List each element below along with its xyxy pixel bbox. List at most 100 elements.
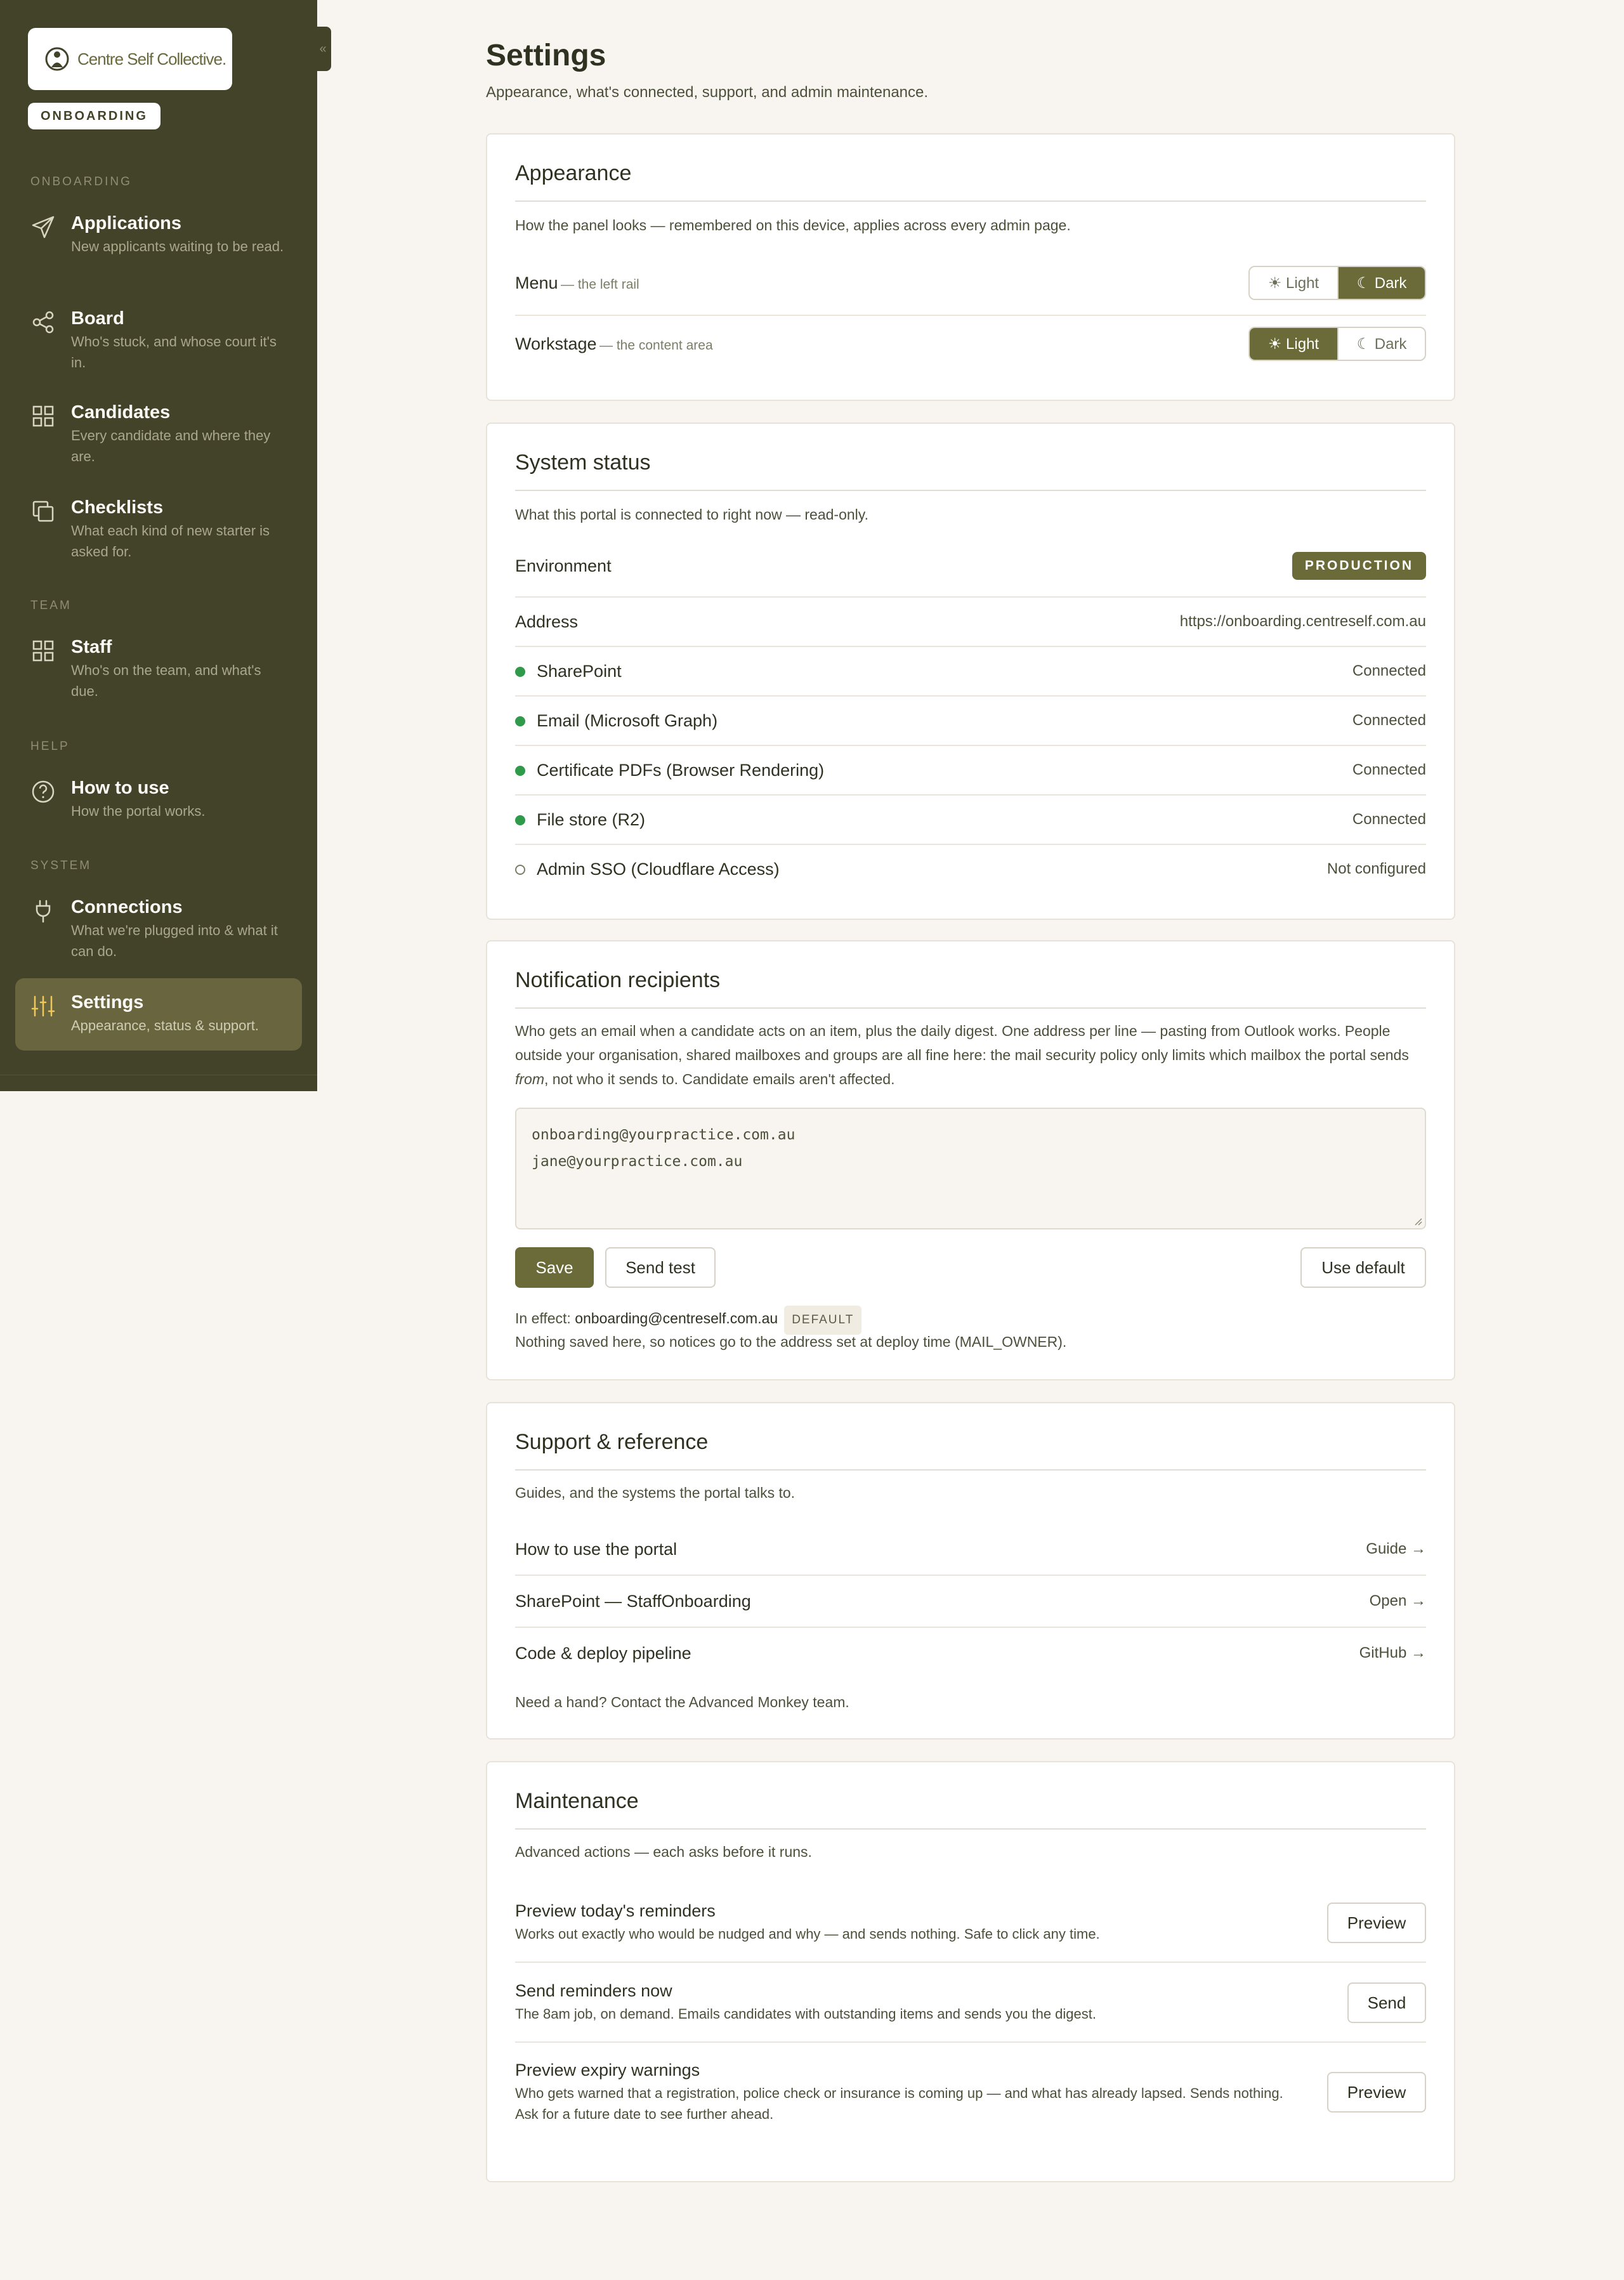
use-default-button[interactable]: Use default (1300, 1247, 1426, 1288)
support-reference-card: Support & reference Guides, and the syst… (486, 1402, 1455, 1739)
sidebar-item-description: Every candidate and where they are. (71, 428, 271, 464)
service-name: SharePoint (537, 661, 622, 681)
page-title: Settings (486, 39, 606, 72)
card-description: What this portal is connected to right n… (515, 506, 868, 523)
status-dot-icon (515, 766, 525, 776)
sidebar-item-staff[interactable]: Staff Who's on the team, and what's due. (15, 634, 302, 712)
service-status: Connected (1352, 811, 1426, 828)
divider (515, 1007, 1426, 1009)
card-title: Maintenance (515, 1789, 639, 1813)
collapse-sidebar-button[interactable]: « (315, 27, 331, 71)
address-label: Address (515, 612, 579, 631)
divider (515, 490, 1426, 491)
workstage-dark-option[interactable]: ☾ Dark (1337, 328, 1425, 360)
action-description: Who gets warned that a registration, pol… (515, 2085, 1283, 2122)
action-description: The 8am job, on demand. Emails candidate… (515, 2006, 1096, 2022)
workstage-light-option[interactable]: ☀ Light (1250, 328, 1337, 360)
send-reminders-button[interactable]: Send (1347, 1982, 1426, 2023)
sidebar-item-applications[interactable]: Applications New applicants waiting to b… (15, 211, 302, 288)
card-description: Who gets an email when a candidate acts … (515, 1019, 1426, 1091)
sidebar-item-description: Who's stuck, and whose court it's in. (71, 334, 277, 370)
action-description: Works out exactly who would be nudged an… (515, 1926, 1100, 1942)
menu-label: Menu (515, 273, 558, 292)
section-label-help: HELP (30, 740, 70, 753)
sidebar-item-label: Settings (71, 992, 144, 1012)
maintenance-card: Maintenance Advanced actions — each asks… (486, 1761, 1455, 2182)
sidebar-item-label: How to use (71, 778, 169, 798)
menu-hint: — the left rail (561, 277, 639, 292)
in-effect-label: In effect: (515, 1310, 571, 1327)
in-effect-note: Nothing saved here, so notices go to the… (515, 1333, 1067, 1350)
send-test-button[interactable]: Send test (605, 1247, 716, 1288)
address-value: https://onboarding.centreself.com.au (1179, 613, 1426, 630)
brand-logo[interactable]: Centre Self Collective. (28, 28, 232, 90)
save-button[interactable]: Save (515, 1247, 594, 1288)
divider (515, 200, 1426, 202)
preview-reminders-button[interactable]: Preview (1327, 1903, 1426, 1943)
resize-handle-icon[interactable] (1412, 1215, 1422, 1226)
workstage-theme-row: Workstage — the content area ☀ Light ☾ D… (515, 324, 1426, 364)
environment-label: Environment (515, 556, 612, 575)
github-link[interactable]: GitHub → (1359, 1644, 1426, 1662)
workstage-theme-toggle: ☀ Light ☾ Dark (1248, 327, 1426, 361)
recipients-textarea[interactable]: onboarding@yourpractice.com.au jane@your… (515, 1108, 1426, 1229)
card-description: How the panel looks — remembered on this… (515, 217, 1071, 233)
logo-text: Centre Self Collective. (77, 49, 226, 69)
service-row: SharePoint Connected (515, 647, 1426, 695)
notification-recipients-card: Notification recipients Who gets an emai… (486, 940, 1455, 1380)
maintenance-action-row: Preview today's reminders Works out exac… (515, 1889, 1426, 1956)
card-description: Guides, and the systems the portal talks… (515, 1484, 796, 1501)
guide-link[interactable]: Guide → (1366, 1540, 1426, 1558)
workstage-hint: — the content area (599, 337, 713, 353)
divider (515, 2041, 1426, 2043)
support-link-row[interactable]: SharePoint — StaffOnboarding Open → (515, 1576, 1426, 1627)
support-footer: Need a hand? Contact the Advanced Monkey… (515, 1694, 849, 1710)
sidebar-item-description: What each kind of new starter is asked f… (71, 523, 270, 560)
sidebar-item-connections[interactable]: Connections What we're plugged into & wh… (15, 894, 302, 972)
sidebar: Centre Self Collective. ONBOARDING ONBOA… (0, 0, 317, 1091)
support-link-row[interactable]: How to use the portal Guide → (515, 1524, 1426, 1575)
workstage-label: Workstage (515, 334, 597, 353)
sidebar-item-description: Who's on the team, and what's due. (71, 662, 261, 699)
environment-badge: PRODUCTION (1292, 552, 1426, 580)
logo-mark-icon (45, 47, 69, 71)
service-row: Certificate PDFs (Browser Rendering) Con… (515, 746, 1426, 794)
menu-dark-option[interactable]: ☾ Dark (1337, 267, 1425, 299)
sidebar-item-label: Applications (71, 213, 182, 233)
description-emphasis: from (515, 1071, 544, 1087)
description-text: , not who it sends to. Candidate emails … (544, 1071, 895, 1087)
card-title: Notification recipients (515, 968, 721, 992)
sidebar-item-label: Connections (71, 897, 183, 917)
status-dot-icon (515, 667, 525, 678)
divider (515, 1828, 1426, 1830)
system-status-card: System status What this portal is connec… (486, 423, 1455, 920)
preview-expiry-button[interactable]: Preview (1327, 2072, 1426, 2113)
sidebar-item-how-to-use[interactable]: How to use How the portal works. (15, 775, 302, 832)
sidebar-item-candidates[interactable]: Candidates Every candidate and where the… (15, 400, 302, 477)
recipient-line: onboarding@yourpractice.com.au (532, 1127, 796, 1143)
sidebar-item-settings[interactable]: Settings Appearance, status & support. (15, 978, 302, 1051)
support-link-row[interactable]: Code & deploy pipeline GitHub → (515, 1628, 1426, 1679)
sharepoint-link[interactable]: Open → (1370, 1592, 1426, 1610)
divider (515, 315, 1426, 316)
sidebar-item-label: Staff (71, 637, 112, 657)
service-row: Email (Microsoft Graph) Connected (515, 697, 1426, 745)
help-circle-icon (32, 780, 55, 803)
status-dot-icon (515, 815, 525, 826)
maintenance-action-row: Preview expiry warnings Who gets warned … (515, 2049, 1426, 2135)
service-status: Connected (1352, 662, 1426, 679)
recipient-line: jane@yourpractice.com.au (532, 1153, 743, 1170)
card-title: System status (515, 450, 651, 475)
grid-icon (32, 405, 54, 427)
section-label-team: TEAM (30, 599, 72, 612)
support-link-label: Code & deploy pipeline (515, 1643, 691, 1663)
appearance-card: Appearance How the panel looks — remembe… (486, 133, 1455, 401)
service-row: File store (R2) Connected (515, 796, 1426, 844)
service-name: Admin SSO (Cloudflare Access) (537, 859, 780, 879)
menu-light-option[interactable]: ☀ Light (1250, 267, 1337, 299)
copy-icon (32, 501, 54, 522)
action-title: Send reminders now (515, 1981, 672, 2000)
menu-theme-row: Menu — the left rail ☀ Light ☾ Dark (515, 263, 1426, 303)
sidebar-item-board[interactable]: Board Who's stuck, and whose court it's … (15, 306, 302, 383)
sidebar-item-checklists[interactable]: Checklists What each kind of new starter… (15, 495, 302, 572)
